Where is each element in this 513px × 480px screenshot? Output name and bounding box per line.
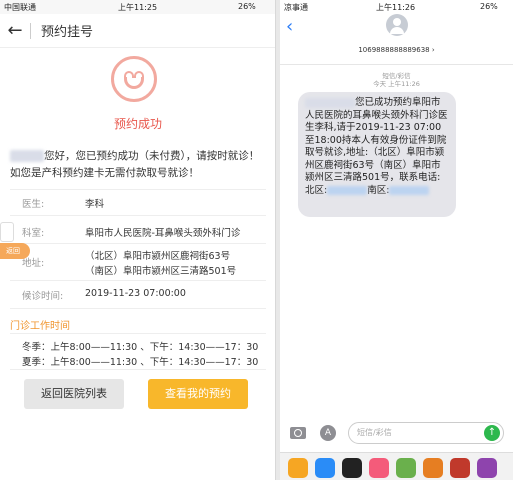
summer-hours: 夏季：上午8:00——11:30 、下午：14:30——17：30 [22,357,259,368]
redacted-name [305,97,355,108]
divider [10,369,266,370]
divider [10,189,266,190]
sender-number[interactable]: 1069888888889638 › [280,46,513,54]
view-my-appointment-button[interactable]: 查看我的预约 [148,379,248,409]
screenshot-frame: 中国联通 上午11:25 26% ← 预约挂号 预约成功 您好，您已预约成功（未… [0,0,513,480]
right-phone-screen: 凉事通 上午11:26 26% ‹ 1069888888889638 › 短信/… [280,0,513,480]
redacted-phone [327,185,368,195]
doctor-value: 李科 [85,199,105,210]
sms-bubble[interactable]: 您已成功预约阜阳市人民医院的耳鼻喉头颈外科门诊医生李科,请于2019-11-23… [298,92,456,217]
message-time: 今天 上午11:26 [373,80,420,88]
chevron-right-icon: › [431,46,435,54]
heart-app-icon[interactable] [342,458,362,478]
back-arrow-icon[interactable]: ← [0,20,30,41]
divider [10,243,266,244]
message-input[interactable]: 短信/彩信 ↑ [348,422,504,444]
success-message: 您好，您已预约成功（未付费），请按时就诊！如您是产科预约建卡无需付款取号就诊！ [10,148,266,182]
smile-icon [111,56,157,102]
carrier-label: 中国联通 [4,3,36,12]
sms-text: 您已成功预约阜阳市人民医院的耳鼻喉头颈外科门诊医生李科,请于2019-11-23… [305,97,448,196]
success-message-text: 您好，您已预约成功（未付费），请按时就诊！如您是产科预约建卡无需付款取号就诊！ [10,150,260,179]
redacted-name [10,150,44,162]
battery-label: 26% [480,2,498,11]
more-app-icon[interactable] [477,458,497,478]
battery-label: 26% [238,2,256,11]
nav-separator [30,22,31,39]
divider [10,215,266,216]
doctor-label: 医生: [22,199,45,210]
page-title: 预约挂号 [41,25,94,40]
game-app-icon[interactable] [450,458,470,478]
chevron-left-icon[interactable]: ‹ [286,16,293,37]
compose-bar: A 短信/彩信 ↑ [280,422,513,446]
divider [10,333,266,334]
divider [10,280,266,281]
back-to-hospital-list-button[interactable]: 返回医院列表 [24,379,124,409]
float-back-button[interactable]: 返回 [0,243,30,259]
music-app-icon[interactable] [369,458,389,478]
address-north: （北区）阜阳市颍州区鹿祠街63号 [85,251,231,262]
left-phone-screen: 中国联通 上午11:25 26% ← 预约挂号 预约成功 您好，您已预约成功（未… [0,0,276,480]
success-title: 预约成功 [113,117,162,131]
app-drawer [280,452,513,480]
sms-south: 南区: [367,184,390,196]
wait-time-value: 2019-11-23 07:00:00 [85,288,186,299]
photos-app-icon[interactable] [288,458,308,478]
department-value: 阜阳市人民医院-耳鼻喉头颈外科门诊 [85,228,241,239]
left-status-bar: 中国联通 上午11:25 26% [0,0,275,14]
wait-time-label: 候诊时间: [22,291,64,302]
dice-icon[interactable] [0,222,14,242]
message-input-placeholder: 短信/彩信 [357,428,392,437]
divider [10,308,266,309]
carrier-label: 凉事通 [284,3,308,12]
status-time: 上午11:26 [376,3,416,12]
sticker-app-icon[interactable] [423,458,443,478]
app-store-app-icon[interactable] [315,458,335,478]
winter-hours: 冬季：上午8:00——11:30 、下午：14:30——17：30 [22,342,259,353]
contact-avatar-icon[interactable] [386,14,408,36]
address-south: （南区）阜阳市颍州区三清路501号 [85,266,237,277]
right-status-bar: 凉事通 上午11:26 26% [280,0,513,14]
nav-bar: ← 预约挂号 [0,14,275,48]
department-label: 科室: [22,228,45,239]
sender-number-text: 1069888888889638 [358,46,430,54]
work-time-title: 门诊工作时间 [10,321,70,332]
camera-icon[interactable] [290,427,306,439]
status-time: 上午11:25 [118,3,158,12]
memoji-app-icon[interactable] [396,458,416,478]
header-divider [280,64,513,65]
message-header: ‹ 1069888888889638 › [280,14,513,64]
app-store-icon[interactable]: A [320,425,336,441]
send-arrow-icon[interactable]: ↑ [484,425,500,441]
redacted-phone [389,185,430,195]
